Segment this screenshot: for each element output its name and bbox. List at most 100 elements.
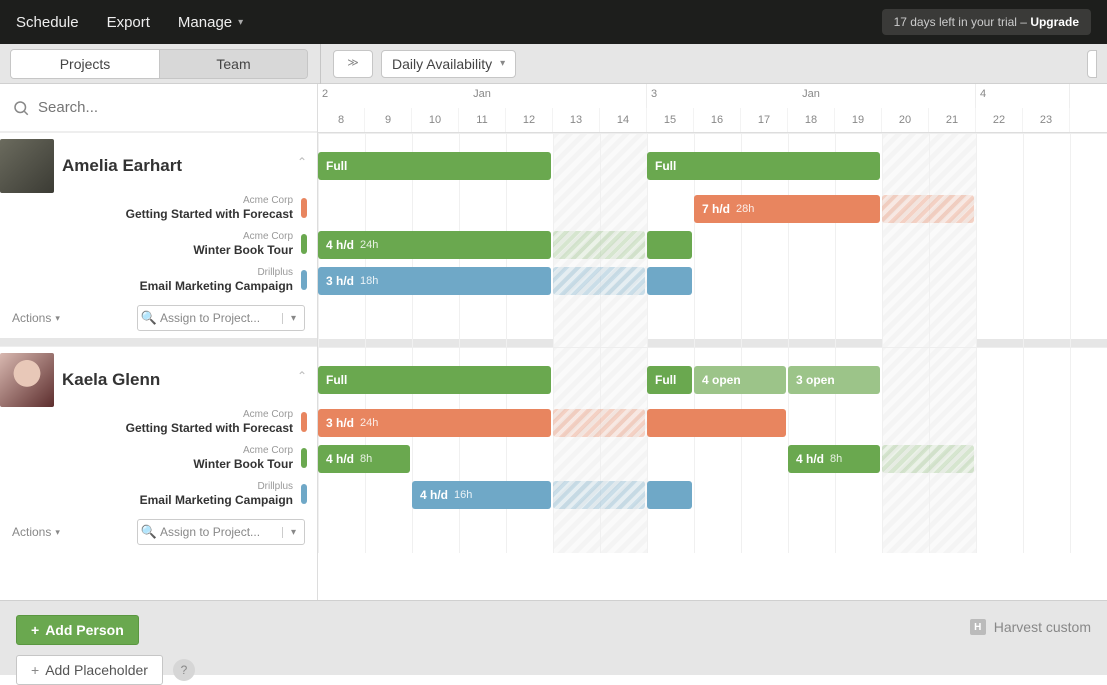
allocation-bar[interactable] — [647, 231, 692, 259]
add-placeholder-label: Add Placeholder — [45, 662, 148, 678]
spacer-row — [318, 299, 1107, 339]
allocation-bar[interactable]: 4 h/d8h — [318, 445, 410, 473]
allocation-bar[interactable]: 3 open — [788, 366, 880, 394]
bar-rate: Full — [326, 159, 347, 173]
assignment-label-row[interactable]: Drillplus Email Marketing Campaign — [0, 476, 317, 512]
timeline-day: 22 — [976, 108, 1023, 132]
collapse-all-button[interactable]: ≫ — [333, 50, 373, 78]
upgrade-link[interactable]: Upgrade — [1030, 15, 1079, 29]
trial-text: 17 days left in your trial – — [894, 15, 1031, 29]
assignment-timeline-row: 7 h/d28h — [318, 191, 1107, 227]
assignment-label-row[interactable]: Acme Corp Getting Started with Forecast — [0, 190, 317, 226]
bar-total: 24h — [360, 239, 378, 251]
allocation-bar[interactable] — [553, 267, 645, 295]
allocation-bar[interactable]: Full — [647, 366, 692, 394]
trial-banner[interactable]: 17 days left in your trial – Upgrade — [882, 9, 1091, 35]
person-name[interactable]: Kaela Glenn — [62, 370, 160, 390]
collapse-icon[interactable]: ⌃ — [297, 369, 307, 383]
avatar — [0, 139, 54, 193]
allocation-bar[interactable]: 4 open — [694, 366, 786, 394]
search-input[interactable] — [38, 99, 305, 116]
timeline-day: 23 — [1023, 108, 1070, 132]
week-number: 3 — [651, 88, 657, 100]
topbar: Schedule Export Manage ▾ 17 days left in… — [0, 0, 1107, 44]
tab-team[interactable]: Team — [159, 50, 307, 78]
chevron-down-icon: ▾ — [238, 17, 243, 28]
project-color-pill — [301, 448, 307, 468]
view-segmented-control: Projects Team — [10, 49, 308, 79]
assignment-label-row[interactable]: Drillplus Email Marketing Campaign — [0, 262, 317, 298]
allocation-bar[interactable]: Full — [318, 152, 551, 180]
month-label: Jan — [802, 88, 820, 100]
allocation-bar[interactable]: 3 h/d24h — [318, 409, 551, 437]
gap — [318, 339, 1107, 347]
allocation-bar[interactable]: 4 h/d8h — [788, 445, 880, 473]
allocation-bar[interactable] — [647, 409, 786, 437]
collapse-icon[interactable]: ⌃ — [297, 155, 307, 169]
assign-to-project-select[interactable]: 🔍 Assign to Project... ▾ — [137, 305, 305, 331]
search-bar — [0, 84, 317, 132]
client-name: Drillplus — [140, 267, 293, 279]
assign-placeholder: Assign to Project... — [160, 525, 282, 539]
person-name[interactable]: Amelia Earhart — [62, 156, 182, 176]
allocation-bar[interactable]: 4 h/d 24h — [318, 231, 551, 259]
right-edge-button[interactable] — [1087, 50, 1097, 78]
timeline-day: 19 — [835, 108, 882, 132]
nav-schedule[interactable]: Schedule — [16, 14, 79, 31]
plus-icon: + — [31, 622, 39, 638]
assignment-label-row[interactable]: Acme Corp Winter Book Tour — [0, 440, 317, 476]
nav-export[interactable]: Export — [107, 14, 150, 31]
assignment-timeline-row: 4 h/d16h — [318, 477, 1107, 513]
allocation-bar[interactable] — [553, 231, 645, 259]
toolbar: Projects Team ≫ Daily Availability ▾ — [0, 44, 1107, 84]
assignment-label-row[interactable]: Acme Corp Winter Book Tour — [0, 226, 317, 262]
bar-rate: 3 h/d — [326, 274, 354, 288]
bar-total: 18h — [360, 275, 378, 287]
tab-projects[interactable]: Projects — [11, 50, 159, 78]
search-icon: 🔍 — [138, 310, 160, 326]
bar-rate: 4 h/d — [420, 488, 448, 502]
assignment-label-row[interactable]: Acme Corp Getting Started with Forecast — [0, 404, 317, 440]
allocation-bar[interactable]: 4 h/d16h — [412, 481, 551, 509]
allocation-bar[interactable] — [882, 445, 974, 473]
allocation-bar[interactable]: Full — [647, 152, 880, 180]
allocation-bar[interactable] — [647, 267, 692, 295]
nav-manage[interactable]: Manage ▾ — [178, 14, 243, 31]
assign-to-project-select[interactable]: 🔍 Assign to Project... ▾ — [137, 519, 305, 545]
allocation-bar[interactable] — [553, 409, 645, 437]
help-icon[interactable]: ? — [173, 659, 195, 681]
actions-dropdown[interactable]: Actions ▾ — [12, 311, 60, 325]
add-placeholder-button[interactable]: + Add Placeholder — [16, 655, 163, 685]
client-name: Acme Corp — [193, 445, 293, 457]
bar-rate: Full — [655, 373, 676, 387]
chevron-down-icon: ▾ — [55, 313, 60, 324]
month-label: Jan — [473, 88, 491, 100]
allocation-bar[interactable]: 7 h/d28h — [694, 195, 880, 223]
actions-dropdown[interactable]: Actions ▾ — [12, 525, 60, 539]
allocation-bar[interactable] — [553, 481, 645, 509]
timeline-day: 9 — [365, 108, 412, 132]
add-person-button[interactable]: + Add Person — [16, 615, 139, 645]
availability-row: Full Full 4 open3 open — [318, 347, 1107, 405]
chevron-down-icon: ▾ — [282, 527, 304, 538]
person-header: Kaela Glenn ⌃ — [0, 346, 317, 404]
bar-rate: 4 h/d — [326, 238, 354, 252]
availability-dropdown[interactable]: Daily Availability ▾ — [381, 50, 516, 78]
gap — [0, 338, 317, 346]
harvest-link[interactable]: H Harvest custom — [970, 619, 1091, 635]
project-color-pill — [301, 198, 307, 218]
allocation-bar[interactable]: 3 h/d 18h — [318, 267, 551, 295]
bar-total: 24h — [360, 417, 378, 429]
actions-label: Actions — [12, 525, 51, 539]
harvest-label: Harvest custom — [994, 619, 1091, 635]
project-name: Winter Book Tour — [193, 243, 293, 257]
spacer-row — [318, 513, 1107, 553]
avatar — [0, 353, 54, 407]
timeline[interactable]: 2Jan3Jan4 891011121314151617181920212223… — [318, 84, 1107, 600]
allocation-bar[interactable] — [647, 481, 692, 509]
week-number: 2 — [322, 88, 328, 100]
allocation-bar[interactable] — [882, 195, 974, 223]
client-name: Acme Corp — [126, 409, 293, 421]
allocation-bar[interactable]: Full — [318, 366, 551, 394]
chevron-down-icon: ▾ — [282, 313, 304, 324]
